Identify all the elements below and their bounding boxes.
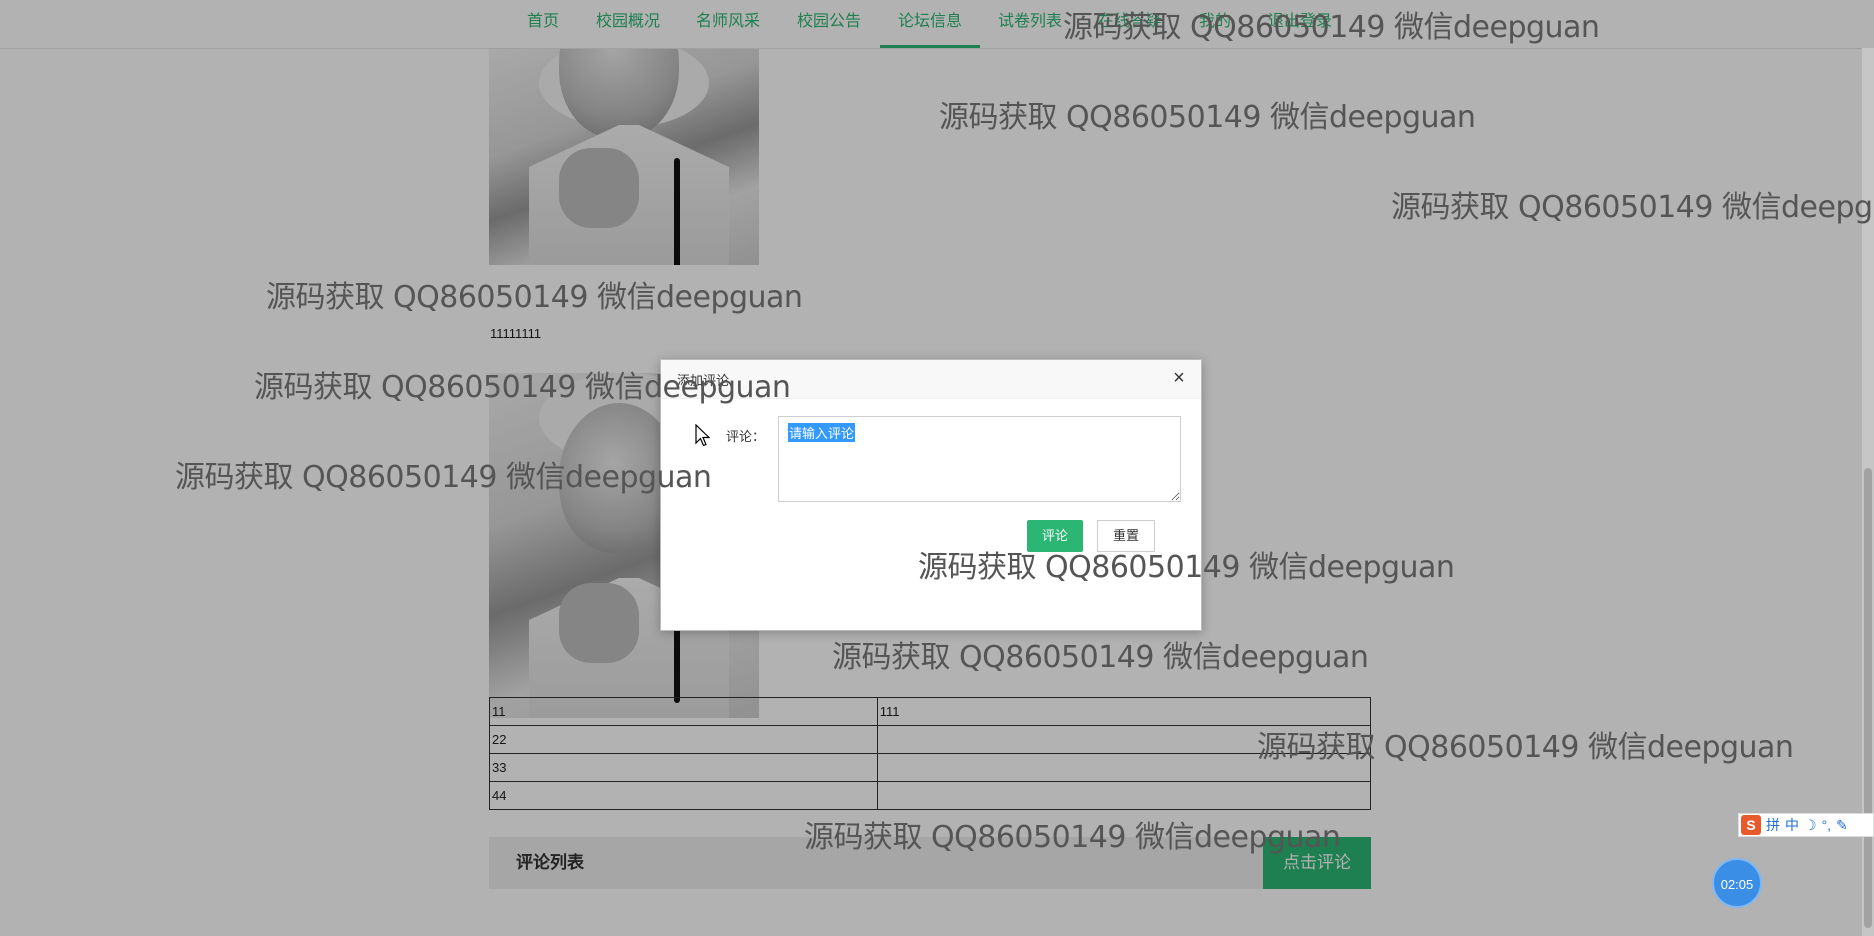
- watermark-text: 源码获取 QQ86050149 微信deepguan: [804, 820, 1341, 855]
- sogou-icon[interactable]: S: [1741, 815, 1761, 835]
- watermark-text: 源码获取 QQ86050149 微信deepguan: [918, 550, 1455, 585]
- recording-timer[interactable]: 02:05: [1712, 858, 1762, 908]
- watermark-text: 源码获取 QQ86050149 微信deepguan: [939, 100, 1476, 135]
- ime-pinyin-icon[interactable]: 拼: [1766, 815, 1780, 835]
- watermark-text: 源码获取 QQ86050149 微信deepguan: [175, 460, 712, 495]
- wrench-icon[interactable]: ✎: [1836, 817, 1848, 834]
- comment-input[interactable]: [778, 416, 1181, 502]
- close-icon[interactable]: ×: [1167, 366, 1191, 390]
- watermark-text: 源码获取 QQ86050149 微信deepguan: [832, 640, 1369, 675]
- mouse-cursor-icon: [695, 424, 711, 447]
- watermark-text: 源码获取 QQ86050149 微信deepguan: [1257, 730, 1794, 765]
- comment-label: 评论：: [726, 429, 766, 444]
- scrollbar-thumb[interactable]: [1864, 468, 1872, 928]
- moon-icon[interactable]: ☽: [1804, 817, 1817, 834]
- punctuation-icon[interactable]: °,: [1822, 817, 1832, 833]
- ime-chinese-icon[interactable]: 中: [1785, 815, 1799, 835]
- ime-toolbar[interactable]: S 拼 中 ☽ °, ✎: [1738, 813, 1874, 837]
- watermark-text: 源码获取 QQ86050149 微信deepguan: [254, 370, 791, 405]
- watermark-text: 源码获取 QQ86050149 微信deepguan: [1391, 190, 1874, 225]
- watermark-text: 源码获取 QQ86050149 微信deepguan: [1063, 10, 1600, 45]
- watermark-text: 源码获取 QQ86050149 微信deepguan: [266, 280, 803, 315]
